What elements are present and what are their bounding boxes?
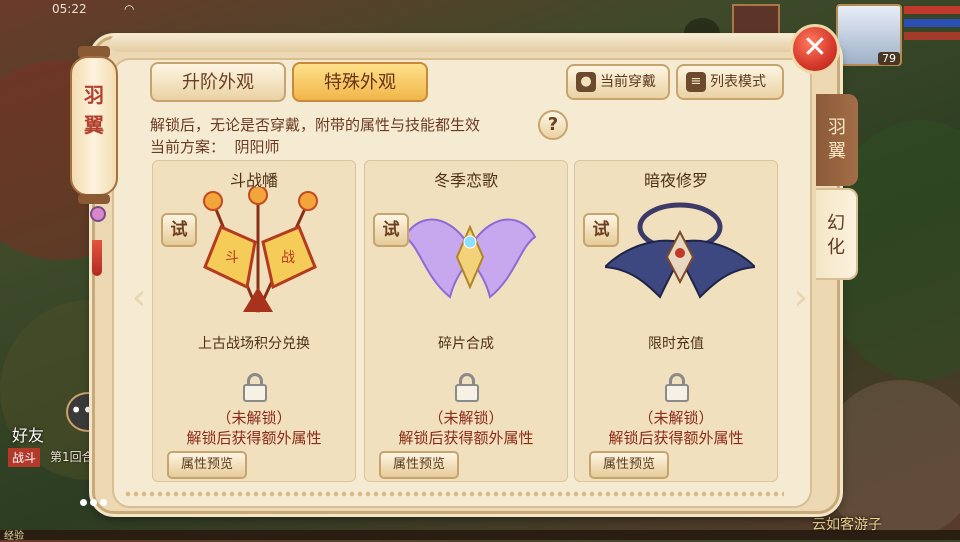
- unlock-bonus-text: 解锁后获得额外属性: [186, 429, 322, 447]
- svg-text:战: 战: [281, 250, 295, 266]
- tab-special-appearance[interactable]: 特殊外观: [292, 62, 428, 102]
- lock-icon: [455, 373, 479, 403]
- try-on-button[interactable]: 试: [161, 213, 197, 247]
- attribute-preview-button[interactable]: 属性预览: [379, 451, 459, 479]
- locked-status: （未解锁）: [216, 409, 292, 427]
- wifi-icon: ◠: [124, 2, 135, 16]
- locked-status: （未解锁）: [638, 409, 714, 427]
- lantern-bottom: [78, 194, 110, 204]
- next-page-arrow-icon[interactable]: ›: [790, 280, 812, 316]
- watermark: 云如客游子: [812, 517, 882, 533]
- battle-tag: 战斗: [8, 448, 41, 467]
- wing-source: 碎片合成: [438, 336, 494, 352]
- svg-text:斗: 斗: [225, 250, 239, 266]
- player-level: 79: [878, 52, 900, 65]
- list-mode-button[interactable]: ≡ 列表模式: [676, 64, 784, 100]
- current-wear-button[interactable]: ● 当前穿戴: [566, 64, 670, 100]
- unlock-info-text: 解锁后，无论是否穿戴，附带的属性与技能都生效: [150, 116, 481, 134]
- battle-round-text: 第1回合: [50, 450, 94, 464]
- friends-button[interactable]: 好友: [12, 422, 44, 446]
- locked-status: （未解锁）: [428, 409, 504, 427]
- unlock-bonus-text: 解锁后获得额外属性: [608, 429, 744, 447]
- current-wear-label: 当前穿戴: [600, 74, 656, 90]
- wing-card: 斗战幡 斗 战 试 上古战场积分兑换 （未解锁） 解锁后获得额外属性 属性预览: [152, 160, 356, 482]
- attribute-preview-button[interactable]: 属性预览: [589, 451, 669, 479]
- wing-card: 暗夜修罗 试 限时充值 （未解锁） 解锁后获得额外属性 属性预览: [574, 160, 778, 482]
- winter-song-wing-image: [403, 218, 537, 299]
- tab-upgrade-appearance[interactable]: 升阶外观: [150, 62, 286, 102]
- lock-icon: [665, 373, 689, 403]
- close-button[interactable]: ✕: [790, 24, 840, 74]
- player-status-bars: [904, 6, 960, 46]
- unlock-bonus-text: 解锁后获得额外属性: [398, 429, 534, 447]
- side-tab-wings[interactable]: 羽 翼: [816, 94, 858, 186]
- close-icon: ✕: [802, 30, 828, 65]
- current-plan-text: 当前方案： 阴阳师: [150, 138, 280, 156]
- charm-icon: [90, 206, 106, 222]
- page-indicator: [80, 491, 110, 510]
- wing-source: 上古战场积分兑换: [198, 336, 310, 352]
- list-icon: ≡: [686, 72, 706, 92]
- try-on-button[interactable]: 试: [373, 213, 409, 247]
- list-mode-label: 列表模式: [710, 74, 766, 90]
- tassel-icon: [92, 240, 102, 276]
- window-title: 羽 翼: [84, 83, 104, 137]
- battle-banner-wing-image: 斗 战: [203, 187, 318, 313]
- lock-icon: [243, 373, 267, 403]
- status-time: 05:22: [52, 2, 87, 16]
- wing-source: 限时充值: [648, 336, 704, 352]
- try-on-button[interactable]: 试: [583, 213, 619, 247]
- window-top-band: [110, 34, 810, 52]
- wing-card: 冬季恋歌 试 碎片合成 （未解锁） 解锁后获得额外属性 属性预览: [364, 160, 568, 482]
- side-tab-transform[interactable]: 幻 化: [816, 188, 858, 280]
- person-icon: ●: [576, 72, 596, 92]
- help-button[interactable]: ?: [538, 110, 568, 140]
- night-asura-wing-image: [605, 202, 755, 299]
- attribute-preview-button[interactable]: 属性预览: [167, 451, 247, 479]
- panel-decoration: [124, 491, 784, 497]
- prev-page-arrow-icon[interactable]: ‹: [128, 280, 150, 316]
